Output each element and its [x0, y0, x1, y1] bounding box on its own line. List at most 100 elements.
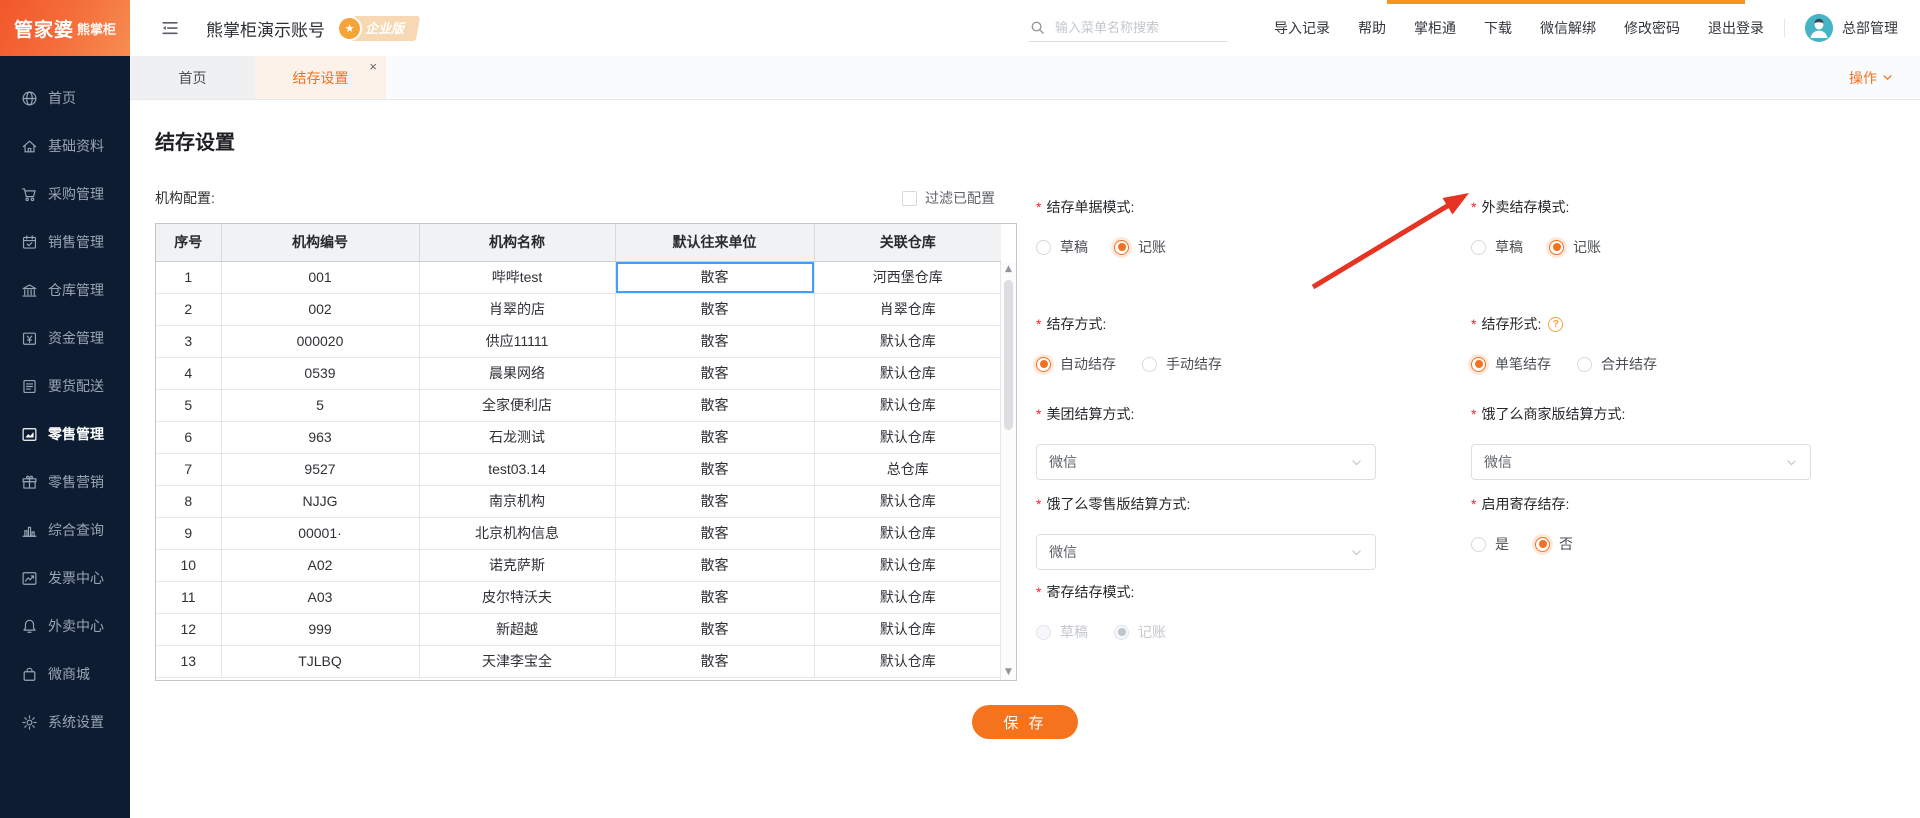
- app-logo: 管家婆 熊掌柜: [0, 0, 130, 56]
- table-cell[interactable]: 默认仓库: [814, 325, 1001, 358]
- header-link[interactable]: 掌柜通: [1414, 18, 1456, 38]
- required-asterisk: *: [1471, 406, 1477, 422]
- table-cell[interactable]: 肖翠仓库: [814, 293, 1001, 326]
- money-icon: [21, 330, 38, 347]
- tab-settings[interactable]: 结存设置 ×: [255, 56, 386, 99]
- table-row: 2 002 肖翠的店 散客 肖翠仓库: [156, 293, 1001, 326]
- table-row: 6 963 石龙测试 散客 默认仓库: [156, 421, 1001, 454]
- radio-option[interactable]: 是: [1471, 534, 1509, 554]
- collapse-menu-icon[interactable]: [160, 18, 180, 38]
- table-cell[interactable]: 默认仓库: [814, 389, 1001, 422]
- search-input[interactable]: [1053, 19, 1213, 36]
- table-scrollbar[interactable]: ▲ ▼: [1000, 262, 1016, 680]
- header-link[interactable]: 下载: [1484, 18, 1512, 38]
- required-asterisk: *: [1471, 496, 1477, 512]
- required-asterisk: *: [1036, 406, 1042, 422]
- sidebar-item-chart-area[interactable]: 零售管理: [0, 410, 130, 458]
- sidebar-item-trend[interactable]: 发票中心: [0, 554, 130, 602]
- table-cell: 5: [221, 389, 420, 422]
- table-cell[interactable]: 散客: [615, 261, 815, 294]
- table-cell: 002: [221, 293, 420, 326]
- table-cell[interactable]: 散客: [615, 549, 815, 582]
- select-dropdown[interactable]: 微信: [1471, 444, 1811, 480]
- table-cell[interactable]: 散客: [615, 421, 815, 454]
- sidebar-item-doc-list[interactable]: 要货配送: [0, 362, 130, 410]
- table-cell[interactable]: 默认仓库: [814, 549, 1001, 582]
- radio-option[interactable]: 否: [1535, 534, 1573, 554]
- table-cell: 南京机构: [419, 485, 616, 518]
- table-cell[interactable]: 默认仓库: [814, 421, 1001, 454]
- table-cell: 11: [156, 581, 222, 614]
- table-cell[interactable]: 散客: [615, 389, 815, 422]
- radio-option[interactable]: 自动结存: [1036, 354, 1116, 374]
- edition-badge: ★ 企业版: [339, 15, 421, 41]
- table-cell[interactable]: 散客: [615, 517, 815, 550]
- tab-home[interactable]: 首页: [130, 56, 255, 99]
- scroll-down-icon[interactable]: ▼: [1005, 668, 1012, 677]
- table-cell[interactable]: 散客: [615, 357, 815, 390]
- sidebar-item-home[interactable]: 基础资料: [0, 122, 130, 170]
- loading-progress-bar: [1387, 0, 1745, 4]
- table-cell[interactable]: 默认仓库: [814, 517, 1001, 550]
- table-row: 12 999 新超越 散客 默认仓库: [156, 613, 1001, 646]
- cart-icon: [21, 186, 38, 203]
- actions-dropdown[interactable]: 操作: [1849, 68, 1893, 88]
- header-link[interactable]: 帮助: [1358, 18, 1386, 38]
- table-cell[interactable]: 散客: [615, 325, 815, 358]
- table-cell[interactable]: 默认仓库: [814, 645, 1001, 678]
- column-header: 机构编号: [221, 224, 420, 262]
- tab-label: 结存设置: [292, 69, 349, 86]
- radio-option[interactable]: 合并结存: [1577, 354, 1657, 374]
- table-cell: 000020: [221, 325, 420, 358]
- sidebar-item-bar-chart[interactable]: 综合查询: [0, 506, 130, 554]
- table-cell[interactable]: 散客: [615, 645, 815, 678]
- radio-option[interactable]: 草稿: [1036, 237, 1088, 257]
- table-cell[interactable]: 散客: [615, 293, 815, 326]
- save-button[interactable]: 保 存: [972, 705, 1078, 739]
- sidebar-item-calendar[interactable]: 销售管理: [0, 218, 130, 266]
- select-dropdown[interactable]: 微信: [1036, 444, 1376, 480]
- header-link[interactable]: 导入记录: [1274, 18, 1330, 38]
- avatar[interactable]: [1805, 14, 1833, 42]
- filter-configured-checkbox[interactable]: 过滤已配置: [902, 188, 995, 208]
- radio-icon: [1577, 356, 1592, 372]
- radio-option[interactable]: 记账: [1549, 237, 1601, 257]
- table-cell[interactable]: 默认仓库: [814, 581, 1001, 614]
- help-icon[interactable]: ?: [1548, 316, 1564, 332]
- sidebar-item-bag[interactable]: 微商城: [0, 650, 130, 698]
- radio-option[interactable]: 手动结存: [1142, 354, 1222, 374]
- header-link[interactable]: 退出登录: [1708, 18, 1764, 38]
- sidebar-item-bell[interactable]: 外卖中心: [0, 602, 130, 650]
- select-dropdown[interactable]: 微信: [1036, 534, 1376, 570]
- sidebar-item-bank[interactable]: 仓库管理: [0, 266, 130, 314]
- logo-brand-text: 管家婆: [13, 19, 74, 41]
- table-cell[interactable]: 默认仓库: [814, 357, 1001, 390]
- table-cell[interactable]: 河西堡仓库: [814, 261, 1001, 294]
- table-cell[interactable]: 散客: [615, 613, 815, 646]
- header-link[interactable]: 修改密码: [1624, 18, 1680, 38]
- sidebar-item-globe[interactable]: 首页: [0, 74, 130, 122]
- sidebar-item-gear[interactable]: 系统设置: [0, 698, 130, 746]
- page-content: 结存设置 机构配置: 过滤已配置 序号 机构编号 机构名称 默认往来单位 关联仓库 1 00…: [130, 100, 1920, 818]
- radio-option[interactable]: 记账: [1114, 237, 1166, 257]
- required-asterisk: *: [1036, 496, 1042, 512]
- sidebar-item-cart[interactable]: 采购管理: [0, 170, 130, 218]
- close-icon[interactable]: ×: [369, 60, 377, 73]
- table-cell[interactable]: 散客: [615, 485, 815, 518]
- scrollbar-thumb[interactable]: [1004, 280, 1013, 430]
- table-cell[interactable]: 默认仓库: [814, 613, 1001, 646]
- setting-label: 饿了么商家版结算方式:: [1481, 406, 1626, 422]
- table-cell[interactable]: 默认仓库: [814, 485, 1001, 518]
- table-cell[interactable]: 散客: [615, 581, 815, 614]
- header-link[interactable]: 微信解绑: [1540, 18, 1596, 38]
- scroll-up-icon[interactable]: ▲: [1005, 265, 1012, 274]
- table-cell[interactable]: 总仓库: [814, 453, 1001, 486]
- radio-option[interactable]: 草稿: [1471, 237, 1523, 257]
- sidebar-item-money[interactable]: 资金管理: [0, 314, 130, 362]
- gift-icon: [21, 474, 38, 491]
- table-cell: 0539: [221, 357, 420, 390]
- sidebar-item-gift[interactable]: 零售营销: [0, 458, 130, 506]
- user-name[interactable]: 总部管理: [1842, 18, 1898, 38]
- radio-option[interactable]: 单笔结存: [1471, 354, 1551, 374]
- table-cell[interactable]: 散客: [615, 453, 815, 486]
